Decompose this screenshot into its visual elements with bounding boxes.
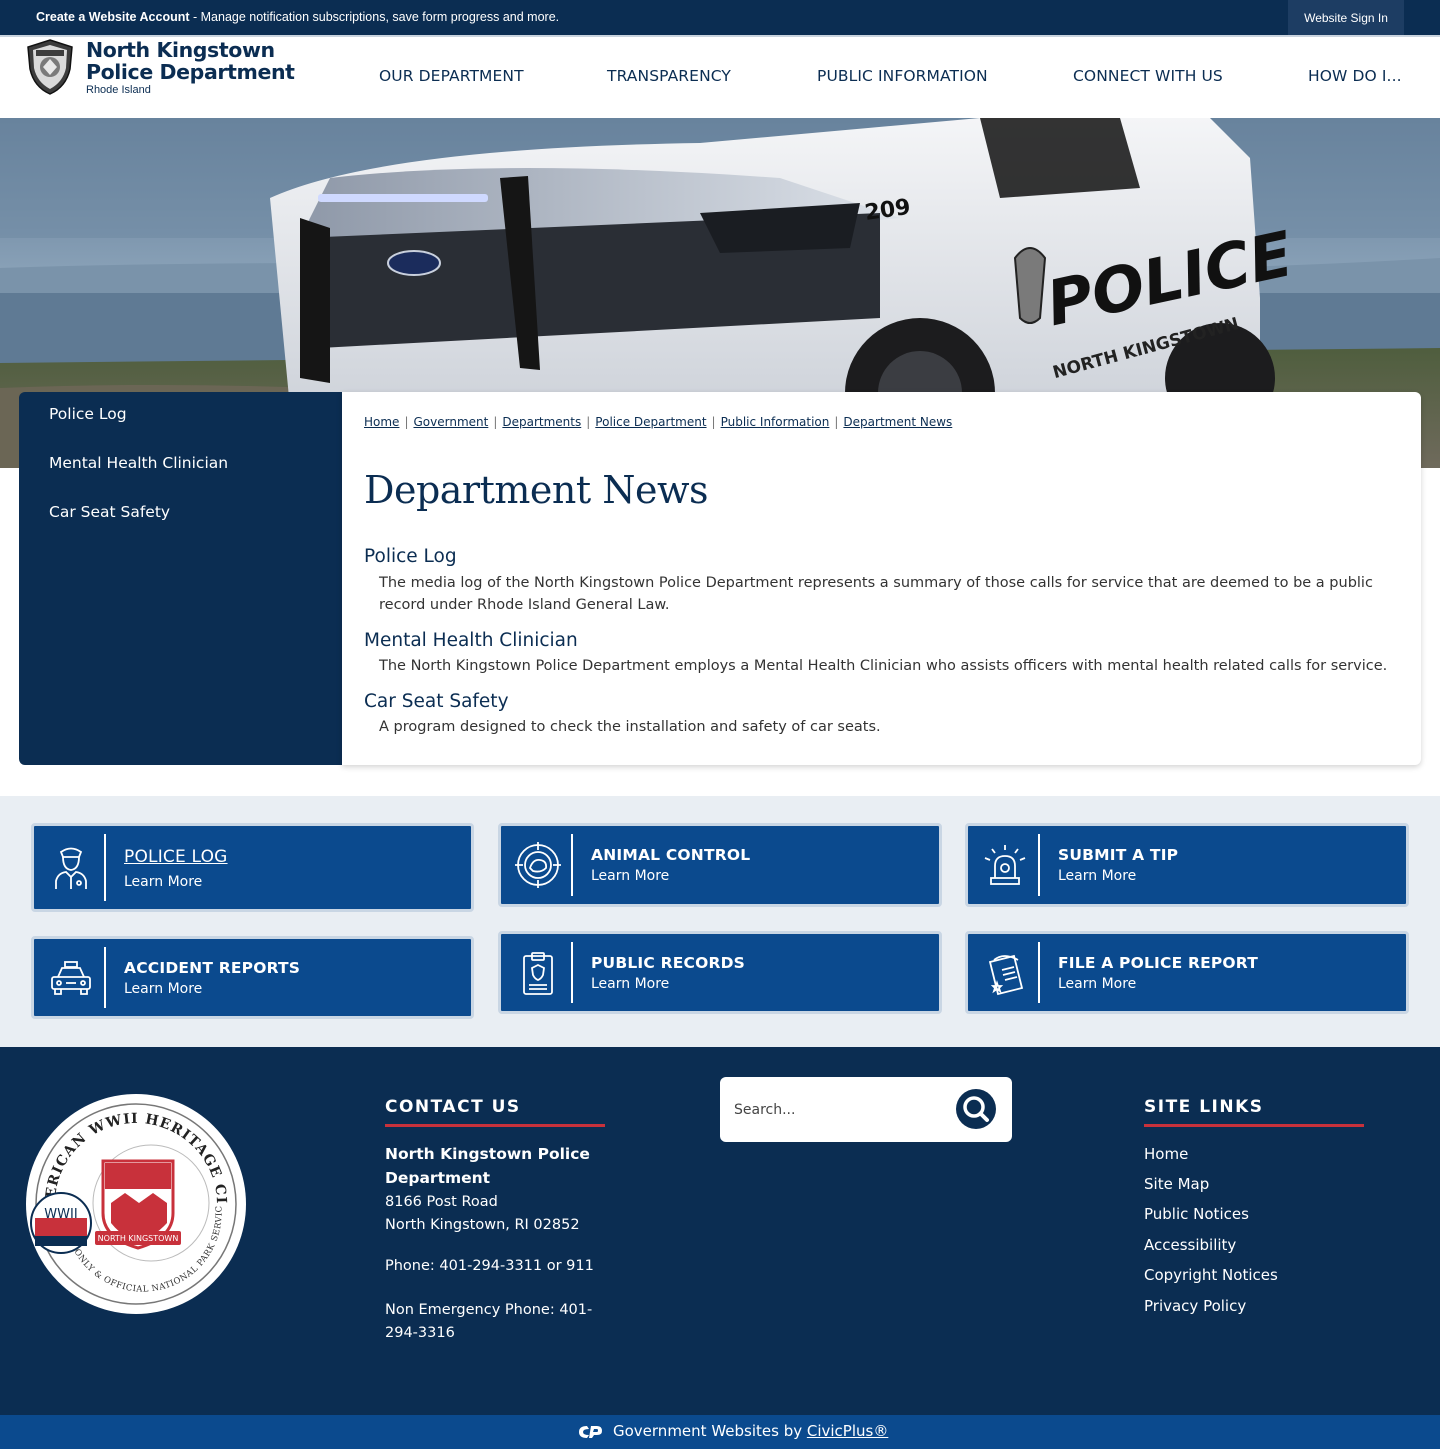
quick-link-accident-reports[interactable]: ACCIDENT REPORTS Learn More (31, 936, 474, 1019)
quick-link-title[interactable]: SUBMIT A TIP (1058, 846, 1178, 864)
breadcrumb-department-news[interactable]: Department News (843, 415, 952, 429)
site-links-heading: SITE LINKS (1144, 1097, 1264, 1117)
breadcrumb-separator: | (586, 415, 591, 429)
quick-link-learn-more: Learn More (591, 868, 670, 884)
breadcrumb-separator: | (404, 415, 409, 429)
quick-link-animal-control[interactable]: ANIMAL CONTROL Learn More (498, 823, 942, 907)
nav-our-department[interactable]: OUR DEPARTMENT (379, 67, 524, 85)
civicplus-logo-icon (579, 1426, 602, 1438)
quick-link-title[interactable]: PUBLIC RECORDS (591, 954, 745, 972)
quick-link-learn-more: Learn More (124, 981, 203, 997)
page-title: Department News (364, 468, 708, 512)
brand-line-1: North Kingstown (86, 38, 275, 62)
top-utility-bar: Create a Website Account - Manage notifi… (0, 0, 1440, 35)
nav-public-information[interactable]: PUBLIC INFORMATION (817, 67, 988, 85)
search-button[interactable] (956, 1089, 996, 1129)
website-sign-in-button[interactable]: Website Sign In (1288, 0, 1404, 35)
report-document-icon (988, 954, 1024, 995)
quick-link-title[interactable]: ANIMAL CONTROL (591, 846, 750, 864)
nav-connect-with-us[interactable]: CONNECT WITH US (1073, 67, 1223, 85)
civicplus-credit: Government Websites by CivicPlus® (613, 1422, 888, 1440)
breadcrumb-home[interactable]: Home (364, 415, 399, 429)
breadcrumb-police-department[interactable]: Police Department (595, 415, 706, 429)
news-title-car-seat-safety[interactable]: Car Seat Safety (364, 691, 509, 712)
police-officer-icon (55, 847, 87, 889)
quick-link-submit-a-tip[interactable]: SUBMIT A TIP Learn More (965, 823, 1409, 907)
footer-link-public-notices[interactable]: Public Notices (1144, 1205, 1249, 1223)
brand-line-3: Rhode Island (86, 84, 151, 96)
quick-link-divider (571, 942, 573, 1003)
quick-link-public-records[interactable]: PUBLIC RECORDS Learn More (498, 931, 942, 1014)
create-account-message[interactable]: Create a Website Account - Manage notifi… (36, 10, 559, 24)
site-header: North Kingstown Police Department Rhode … (0, 37, 1440, 118)
wwii-heritage-city-seal[interactable]: AMERICAN WWII HERITAGE CITY RHODE ISLAND… (25, 1093, 247, 1315)
create-account-link[interactable]: Create a Website Account (36, 10, 190, 24)
contact-phone: Phone: 401-294-3311 or 911 (385, 1258, 594, 1274)
breadcrumb-separator: | (834, 415, 839, 429)
police-badge-logo-icon[interactable] (26, 39, 74, 95)
quick-link-divider (1038, 834, 1040, 896)
quick-link-police-log[interactable]: POLICE LOG Learn More (31, 823, 474, 912)
quick-link-learn-more: Learn More (1058, 976, 1137, 992)
contact-us-rule (385, 1124, 605, 1127)
contact-us-heading: CONTACT US (385, 1097, 521, 1117)
contact-name: North Kingstown Police Department (385, 1145, 590, 1187)
contact-details: North Kingstown Police Department 8166 P… (385, 1143, 625, 1237)
site-footer: AMERICAN WWII HERITAGE CITY RHODE ISLAND… (0, 1047, 1440, 1415)
main-content: Home | Government | Departments | Police Depar… (342, 392, 1421, 765)
search-input[interactable] (734, 1095, 934, 1125)
quick-link-learn-more: Learn More (124, 874, 203, 890)
site-brand[interactable]: North Kingstown Police Department Rhode … (86, 39, 295, 96)
quick-link-title[interactable]: FILE A POLICE REPORT (1058, 954, 1258, 972)
civicplus-bar: Government Websites by CivicPlus® (0, 1415, 1440, 1449)
news-description-car-seat-safety: A program designed to check the installa… (379, 719, 881, 735)
sidebar-nav: Police Log Mental Health Clinician Car S… (19, 392, 342, 765)
breadcrumb: Home | Government | Departments | Police Depar… (364, 415, 952, 429)
footer-link-site-map[interactable]: Site Map (1144, 1175, 1209, 1193)
sidebar-item-mental-health-clinician[interactable]: Mental Health Clinician (49, 454, 228, 472)
quick-link-learn-more: Learn More (591, 976, 670, 992)
contact-address-line-2: North Kingstown, RI 02852 (385, 1217, 580, 1233)
breadcrumb-public-information[interactable]: Public Information (721, 415, 830, 429)
quick-link-title[interactable]: ACCIDENT REPORTS (124, 959, 300, 977)
clipboard-badge-icon (523, 951, 553, 995)
brand-line-2: Police Department (86, 60, 295, 84)
footer-link-copyright-notices[interactable]: Copyright Notices (1144, 1266, 1278, 1284)
quick-link-divider (571, 834, 573, 896)
quick-link-title[interactable]: POLICE LOG (124, 847, 228, 867)
breadcrumb-departments[interactable]: Departments (502, 415, 581, 429)
quick-link-file-a-police-report[interactable]: FILE A POLICE REPORT Learn More (965, 931, 1409, 1014)
siren-icon (984, 845, 1026, 885)
breadcrumb-separator: | (711, 415, 716, 429)
quick-link-divider (104, 947, 106, 1008)
news-title-police-log[interactable]: Police Log (364, 546, 457, 567)
quick-link-learn-more: Learn More (1058, 868, 1137, 884)
breadcrumb-separator: | (493, 415, 498, 429)
police-car-icon (51, 960, 91, 995)
quick-link-divider (104, 834, 106, 901)
seal-town-text: NORTH KINGSTOWN (98, 1234, 179, 1243)
news-description-police-log: The media log of the North Kingstown Pol… (379, 575, 1373, 613)
news-title-mental-health-clinician[interactable]: Mental Health Clinician (364, 630, 578, 651)
breadcrumb-government[interactable]: Government (413, 415, 488, 429)
footer-link-accessibility[interactable]: Accessibility (1144, 1236, 1236, 1254)
civicplus-link[interactable]: CivicPlus® (807, 1422, 888, 1440)
footer-search (720, 1077, 1012, 1142)
sidebar-item-police-log[interactable]: Police Log (49, 405, 127, 423)
search-icon (963, 1096, 989, 1122)
animal-control-icon (515, 842, 561, 888)
footer-link-privacy-policy[interactable]: Privacy Policy (1144, 1297, 1246, 1315)
contact-non-emergency-phone: Non Emergency Phone: 401-294-3316 (385, 1302, 593, 1341)
create-account-description: - Manage notification subscriptions, sav… (189, 10, 560, 24)
sidebar-item-car-seat-safety[interactable]: Car Seat Safety (49, 503, 170, 521)
nav-transparency[interactable]: TRANSPARENCY (607, 67, 731, 85)
news-description-mental-health-clinician: The North Kingstown Police Department em… (379, 658, 1388, 674)
site-links-rule (1144, 1124, 1364, 1127)
footer-link-home[interactable]: Home (1144, 1145, 1188, 1163)
quick-link-divider (1038, 942, 1040, 1003)
contact-address-line-1: 8166 Post Road (385, 1194, 498, 1210)
civicplus-credit-text: Government Websites by (613, 1422, 807, 1440)
seal-wwii-text: WWII (44, 1207, 77, 1222)
nav-how-do-i[interactable]: HOW DO I... (1308, 67, 1402, 85)
